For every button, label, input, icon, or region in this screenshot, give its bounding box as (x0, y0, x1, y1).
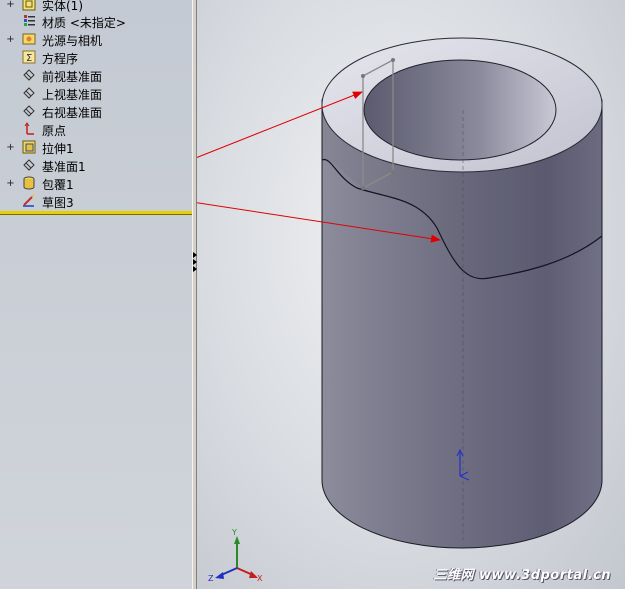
tree-item-wrap1[interactable]: + 包覆1 (0, 175, 190, 192)
rollback-bar[interactable] (0, 211, 192, 215)
tree-item-extrude1[interactable]: + 拉伸1 (0, 139, 190, 156)
tree-item-front-plane[interactable]: 前视基准面 (0, 67, 190, 84)
tree-item-label: 拉伸1 (42, 142, 74, 156)
solid-bodies-icon (22, 0, 36, 11)
tree-item-right-plane[interactable]: 右视基准面 (0, 103, 190, 120)
tree-item-material[interactable]: 材质 <未指定> (0, 13, 190, 30)
tree-item-solid-bodies[interactable]: + 实体(1) (0, 0, 190, 13)
tree-item-label: 草图3 (42, 196, 74, 210)
tree-item-label: 右视基准面 (42, 106, 103, 120)
model-canvas (197, 37, 603, 579)
expand-toggle[interactable]: + (6, 0, 15, 10)
tree-item-label: 包覆1 (42, 178, 74, 192)
plane-icon (23, 69, 35, 81)
tree-item-plane1[interactable]: 基准面1 (0, 157, 190, 174)
plane-icon (23, 159, 35, 171)
tree-item-label: 前视基准面 (42, 70, 103, 84)
tree-item-label: 光源与相机 (42, 34, 103, 48)
equations-icon: Σ (22, 50, 36, 64)
triad-z-label: Z (208, 574, 214, 583)
graphics-viewport[interactable]: Y X Z (197, 0, 625, 589)
extrude-icon (22, 140, 36, 154)
expand-toggle[interactable]: + (6, 35, 15, 45)
expand-toggle[interactable]: + (6, 143, 15, 153)
tree-item-label: 上视基准面 (42, 88, 103, 102)
tree-item-origin[interactable]: 原点 (0, 121, 190, 138)
expand-toggle[interactable]: + (6, 179, 15, 189)
reference-triad-icon (215, 536, 258, 579)
sketch-icon (23, 194, 35, 207)
triad-x-label: X (257, 574, 263, 583)
tree-item-label: 实体(1) (42, 0, 83, 13)
tree-item-lights-cameras[interactable]: + 光源与相机 (0, 31, 190, 48)
plane-icon (23, 105, 35, 117)
tree-item-label: 方程序 (42, 52, 79, 66)
svg-text:Σ: Σ (26, 53, 32, 64)
tree-item-label: 原点 (42, 124, 67, 138)
feature-manager-tree: + 实体(1) 材质 <未指定> + 光源与相机 Σ 方程序 前视基准面 上视基… (0, 0, 192, 589)
watermark-text: 三维网 www.3dportal.cn (433, 568, 611, 583)
tree-item-label: 基准面1 (42, 160, 86, 174)
plane-icon (23, 87, 35, 99)
tree-item-label: 材质 <未指定> (42, 16, 126, 30)
tree-item-equations[interactable]: Σ 方程序 (0, 49, 190, 66)
lights-cameras-icon (22, 33, 36, 45)
origin-icon (24, 122, 34, 135)
material-icon (24, 15, 35, 26)
wrap-icon (23, 176, 35, 190)
tree-item-sketch3[interactable]: 草图3 (0, 193, 190, 210)
tree-item-top-plane[interactable]: 上视基准面 (0, 85, 190, 102)
triad-y-label: Y (232, 528, 237, 537)
